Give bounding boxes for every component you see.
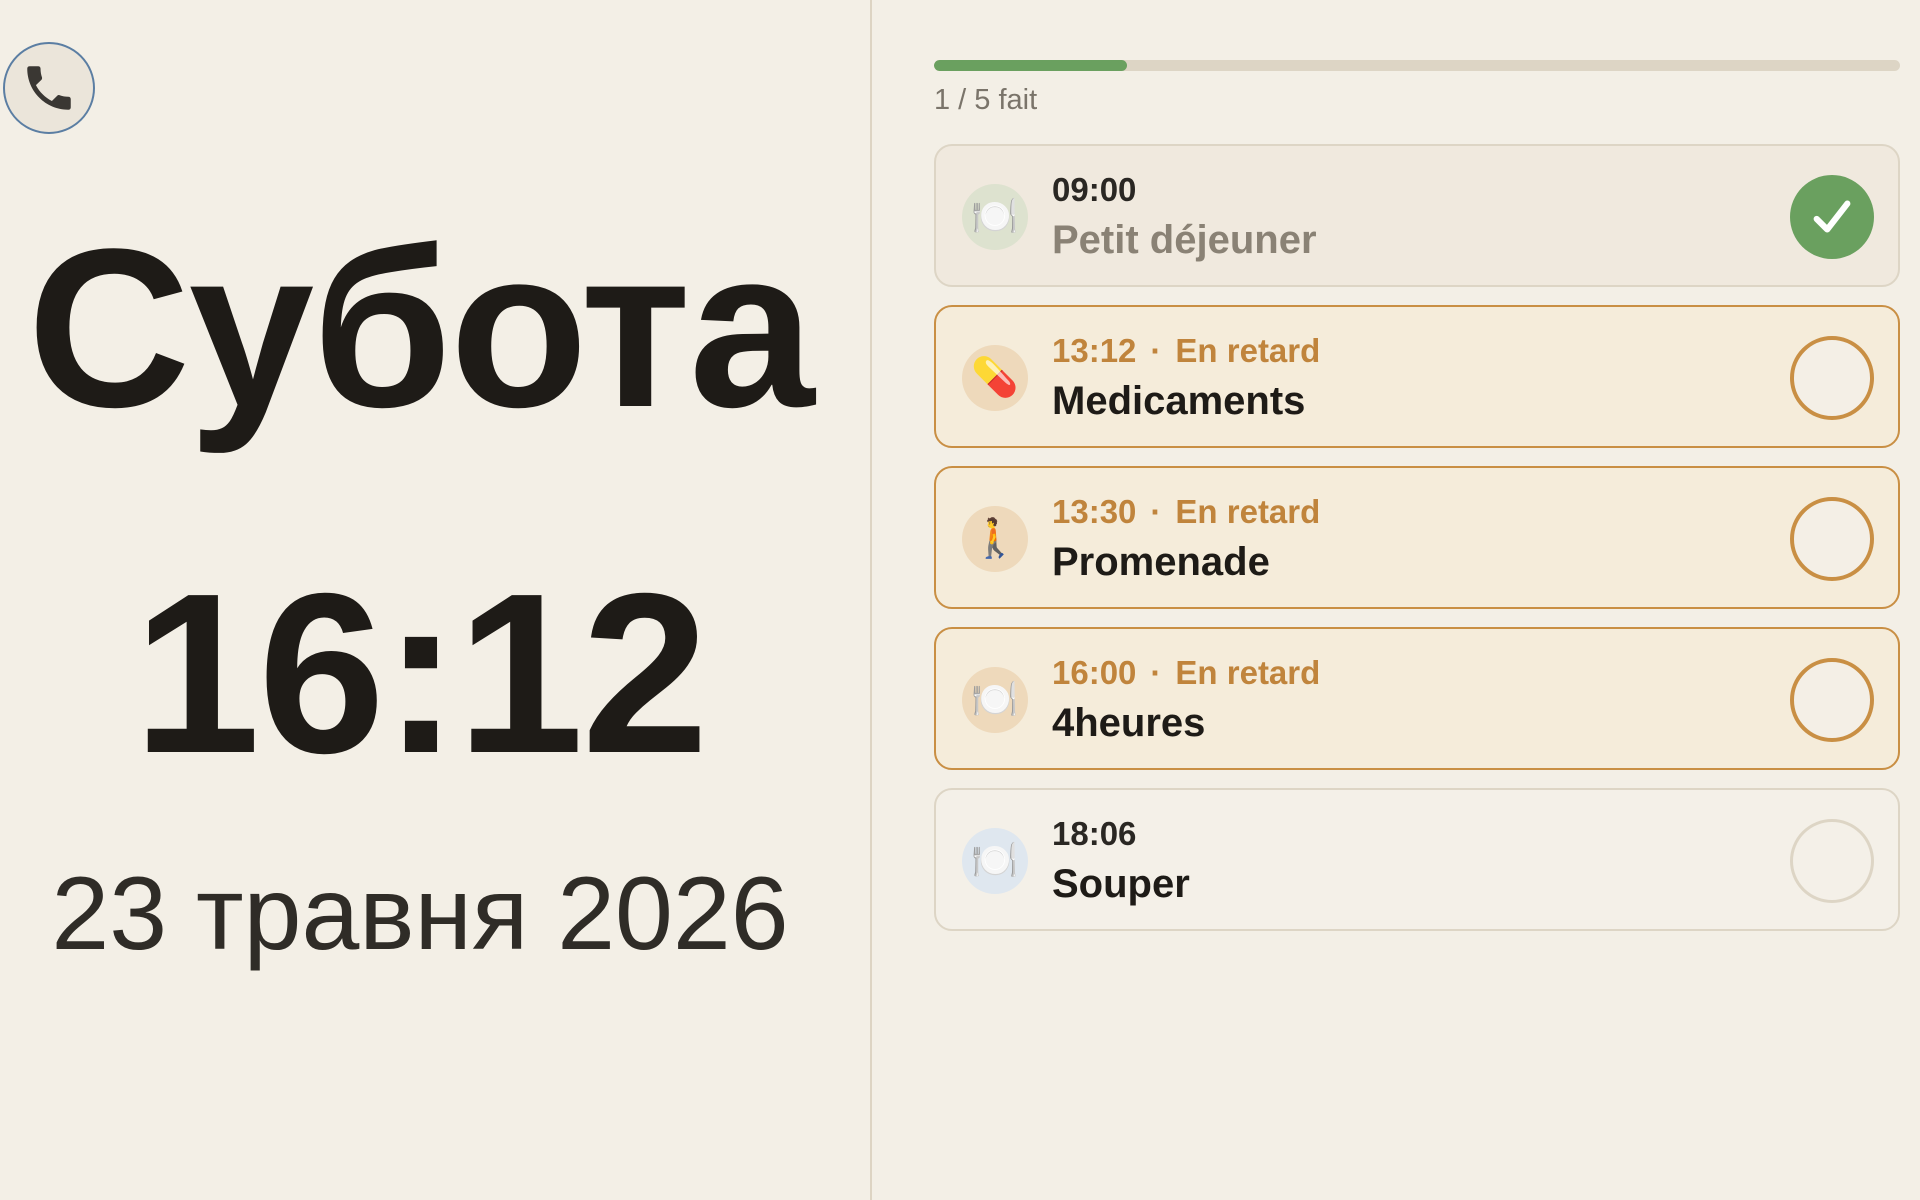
plate-icon: 🍽️ [962,184,1028,250]
plate-icon: 🍽️ [962,828,1028,894]
weekday-label: Субота [27,201,814,454]
task-time-row: 18:06 [1052,814,1136,854]
task-title: Petit déjeuner [1052,218,1317,262]
task-list: 🍽️ 09:00 Petit déjeuner 💊 13:12 · En retar… [934,144,1900,949]
app: Субота 16:12 23 травня 2026 1 / 5 fait 🍽… [0,0,1920,1200]
call-button[interactable] [3,42,95,134]
task-card-4heures[interactable]: 🍽️ 16:00 · En retard 4heures [934,627,1900,770]
separator-dot: · [1150,654,1162,691]
task-time-row: 16:00 · En retard [1052,653,1320,693]
task-status-label: En retard [1175,654,1321,691]
task-done-toggle[interactable] [1790,497,1874,581]
task-card-souper[interactable]: 🍽️ 18:06 Souper [934,788,1900,931]
task-done-toggle[interactable] [1790,819,1874,903]
task-done-toggle[interactable] [1790,658,1874,742]
walking-icon: 🚶 [962,506,1028,572]
task-time: 13:12 [1052,332,1137,369]
task-time-row: 13:30 · En retard [1052,492,1320,532]
task-status-label: En retard [1175,493,1321,530]
checkmark-icon [1813,200,1851,233]
separator-dot: · [1150,493,1162,530]
current-time: 16:12 [133,547,708,801]
task-card-promenade[interactable]: 🚶 13:30 · En retard Promenade [934,466,1900,609]
task-title: Medicaments [1052,379,1306,423]
task-done-toggle[interactable] [1790,336,1874,420]
task-done-toggle[interactable] [1790,175,1874,259]
progress-bar-fill [934,60,1128,71]
task-time-row: 09:00 [1052,170,1136,210]
progress-label: 1 / 5 fait [934,84,1038,116]
progress-bar [934,60,1900,71]
task-panel: 1 / 5 fait 🍽️ 09:00 Petit déjeuner 💊 13:… [934,0,1900,1200]
clock-panel: Субота 16:12 23 травня 2026 [0,0,872,1200]
task-card-medicaments[interactable]: 💊 13:12 · En retard Medicaments [934,305,1900,448]
plate-icon: 🍽️ [962,667,1028,733]
task-title: Promenade [1052,540,1270,584]
task-time-row: 13:12 · En retard [1052,331,1320,371]
separator-dot: · [1150,332,1162,369]
pill-icon: 💊 [962,345,1028,411]
task-title: 4heures [1052,701,1206,745]
phone-icon [27,66,71,110]
task-time: 13:30 [1052,493,1137,530]
task-status-label: En retard [1175,332,1321,369]
task-time: 09:00 [1052,171,1137,208]
task-title: Souper [1052,862,1190,906]
task-time: 18:06 [1052,815,1137,852]
current-date: 23 травня 2026 [51,856,789,972]
task-card-petit-dejeuner[interactable]: 🍽️ 09:00 Petit déjeuner [934,144,1900,287]
task-time: 16:00 [1052,654,1137,691]
